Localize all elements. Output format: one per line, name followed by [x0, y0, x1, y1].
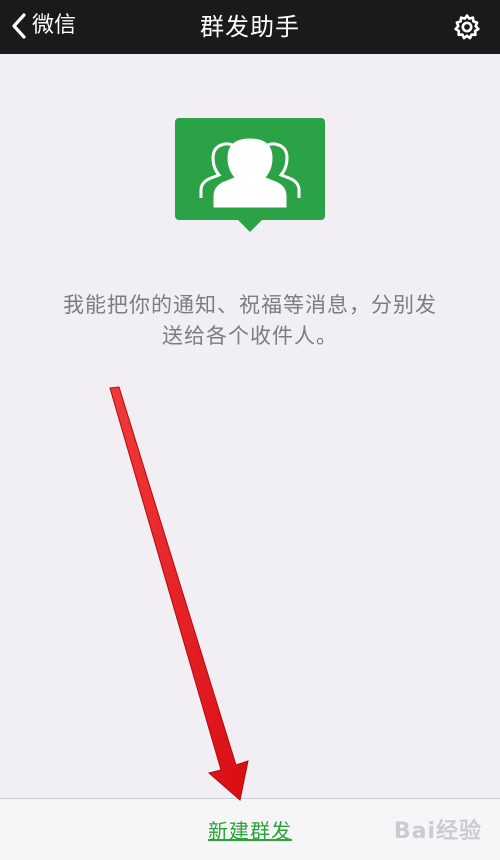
- new-broadcast-label: 新建群发: [208, 819, 292, 843]
- chevron-left-icon: [10, 12, 28, 40]
- watermark: Bai经验: [393, 819, 482, 844]
- description-text: 我能把你的通知、祝福等消息，分别发送给各个收件人。: [63, 293, 437, 348]
- group-contacts-icon: [175, 118, 325, 233]
- navigation-bar: 微信 群发助手: [0, 0, 500, 54]
- settings-button[interactable]: [452, 12, 482, 42]
- gear-icon: [452, 12, 482, 42]
- back-button[interactable]: 微信: [10, 8, 76, 44]
- back-label: 微信: [32, 13, 77, 38]
